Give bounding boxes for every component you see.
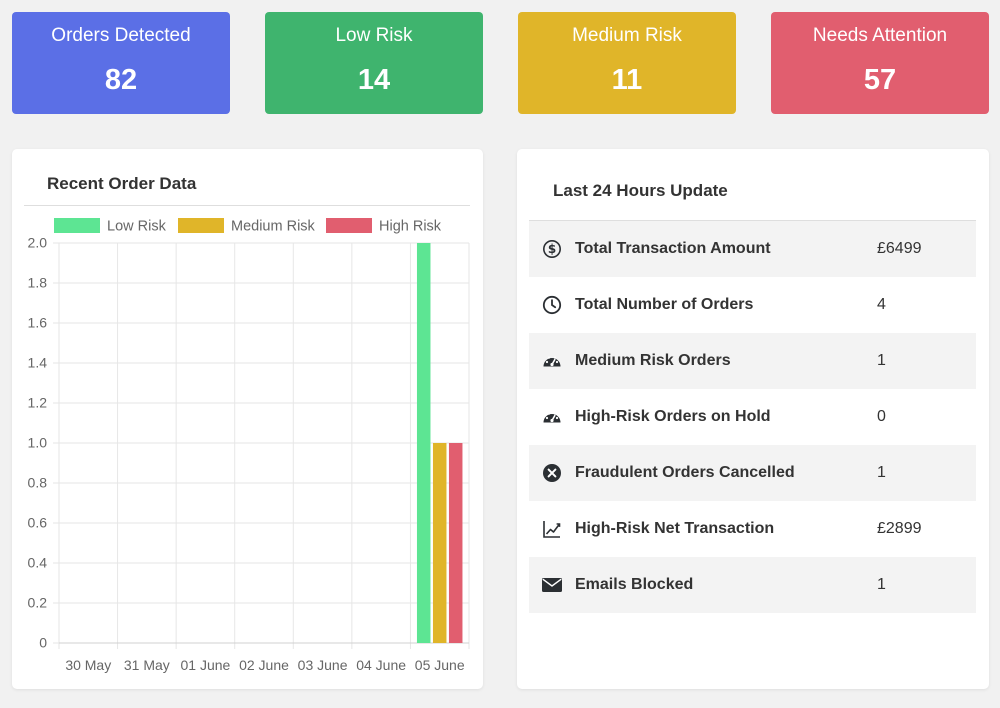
update-row-medium-risk-orders: Medium Risk Orders 1: [529, 333, 976, 389]
x-tick-label: 05 June: [415, 657, 465, 673]
legend-label: Medium Risk: [231, 219, 316, 235]
y-tick-label: 1.2: [28, 395, 48, 411]
legend-label: Low Risk: [107, 219, 167, 235]
envelope-icon: [529, 576, 575, 594]
row-label: High-Risk Orders on Hold: [575, 408, 771, 425]
stat-label: Low Risk: [335, 25, 413, 46]
x-tick-label: 04 June: [356, 657, 406, 673]
stat-card-medium-risk: Medium Risk 11: [518, 12, 736, 114]
row-value: £6499: [877, 240, 922, 257]
stat-label: Orders Detected: [51, 25, 191, 46]
y-tick-label: 0.6: [28, 515, 48, 531]
stat-value: 57: [863, 64, 897, 96]
row-label: Total Number of Orders: [575, 296, 754, 313]
stat-value: 11: [611, 64, 643, 96]
y-tick-label: 1.8: [28, 275, 48, 291]
last-24-hours-title: Last 24 Hours Update: [553, 181, 728, 200]
row-value: 1: [877, 352, 886, 369]
speedometer-icon: [529, 407, 575, 427]
legend-swatch: [178, 218, 224, 233]
row-value: 1: [877, 576, 886, 593]
x-tick-label: 30 May: [65, 657, 111, 673]
x-tick-label: 01 June: [181, 657, 231, 673]
graph-up-icon: [529, 519, 575, 539]
row-label: Emails Blocked: [575, 576, 694, 593]
clock-icon: [529, 295, 575, 315]
y-tick-label: 0: [39, 635, 47, 651]
legend-swatch: [54, 218, 100, 233]
y-tick-label: 1.0: [28, 435, 48, 451]
update-row-fraudulent-orders-cancelled: Fraudulent Orders Cancelled 1: [529, 445, 976, 501]
stat-value: 14: [357, 64, 391, 96]
speedometer-icon: [529, 351, 575, 371]
stat-card-needs-attention: Needs Attention 57: [771, 12, 989, 114]
recent-order-chart: 0 0.2 0.4 0.6 0.8 1.0 1.2 1.4 1.6 1.8 2.0 30 May 31 …: [28, 218, 470, 673]
x-tick-label: 02 June: [239, 657, 289, 673]
row-value: 1: [877, 464, 886, 481]
bar: [432, 443, 447, 643]
x-tick-label: 03 June: [298, 657, 348, 673]
row-label: High-Risk Net Transaction: [575, 520, 775, 537]
row-value: 4: [877, 296, 886, 313]
stat-card-orders-detected: Orders Detected 82: [12, 12, 230, 114]
y-tick-label: 1.4: [28, 355, 48, 371]
bar: [416, 243, 431, 643]
update-row-high-risk-net-transaction: High-Risk Net Transaction £2899: [529, 501, 976, 557]
legend-label: High Risk: [379, 219, 442, 235]
y-tick-label: 1.6: [28, 315, 48, 331]
stat-card-low-risk: Low Risk 14: [265, 12, 483, 114]
dollar-circle-icon: $: [529, 239, 575, 259]
y-tick-label: 0.4: [28, 555, 48, 571]
y-tick-label: 0.2: [28, 595, 48, 611]
row-value: £2899: [877, 520, 922, 537]
update-row-emails-blocked: Emails Blocked 1: [529, 557, 976, 613]
svg-text:$: $: [548, 242, 556, 256]
row-value: 0: [877, 408, 886, 425]
last-24-hours-panel: Last 24 Hours Update $ Total Transaction…: [517, 149, 989, 689]
stat-value: 82: [104, 64, 138, 96]
y-tick-label: 2.0: [28, 235, 48, 251]
x-circle-icon: [529, 463, 575, 483]
bar: [448, 443, 463, 643]
y-tick-label: 0.8: [28, 475, 48, 491]
recent-order-panel: Recent Order Data 0 0.2 0.4 0.6 0.8 1.0 1.2 1.4…: [12, 149, 483, 689]
row-label: Medium Risk Orders: [575, 352, 731, 369]
stat-label: Needs Attention: [812, 25, 948, 46]
row-label: Fraudulent Orders Cancelled: [575, 464, 795, 481]
x-tick-label: 31 May: [124, 657, 170, 673]
legend-swatch: [326, 218, 372, 233]
row-label: Total Transaction Amount: [575, 240, 771, 257]
update-row-total-number-of-orders: Total Number of Orders 4: [529, 277, 976, 333]
update-row-high-risk-orders-on-hold: High-Risk Orders on Hold 0: [529, 389, 976, 445]
stat-label: Medium Risk: [572, 25, 682, 46]
update-row-total-transaction-amount: $ Total Transaction Amount £6499: [529, 221, 976, 277]
